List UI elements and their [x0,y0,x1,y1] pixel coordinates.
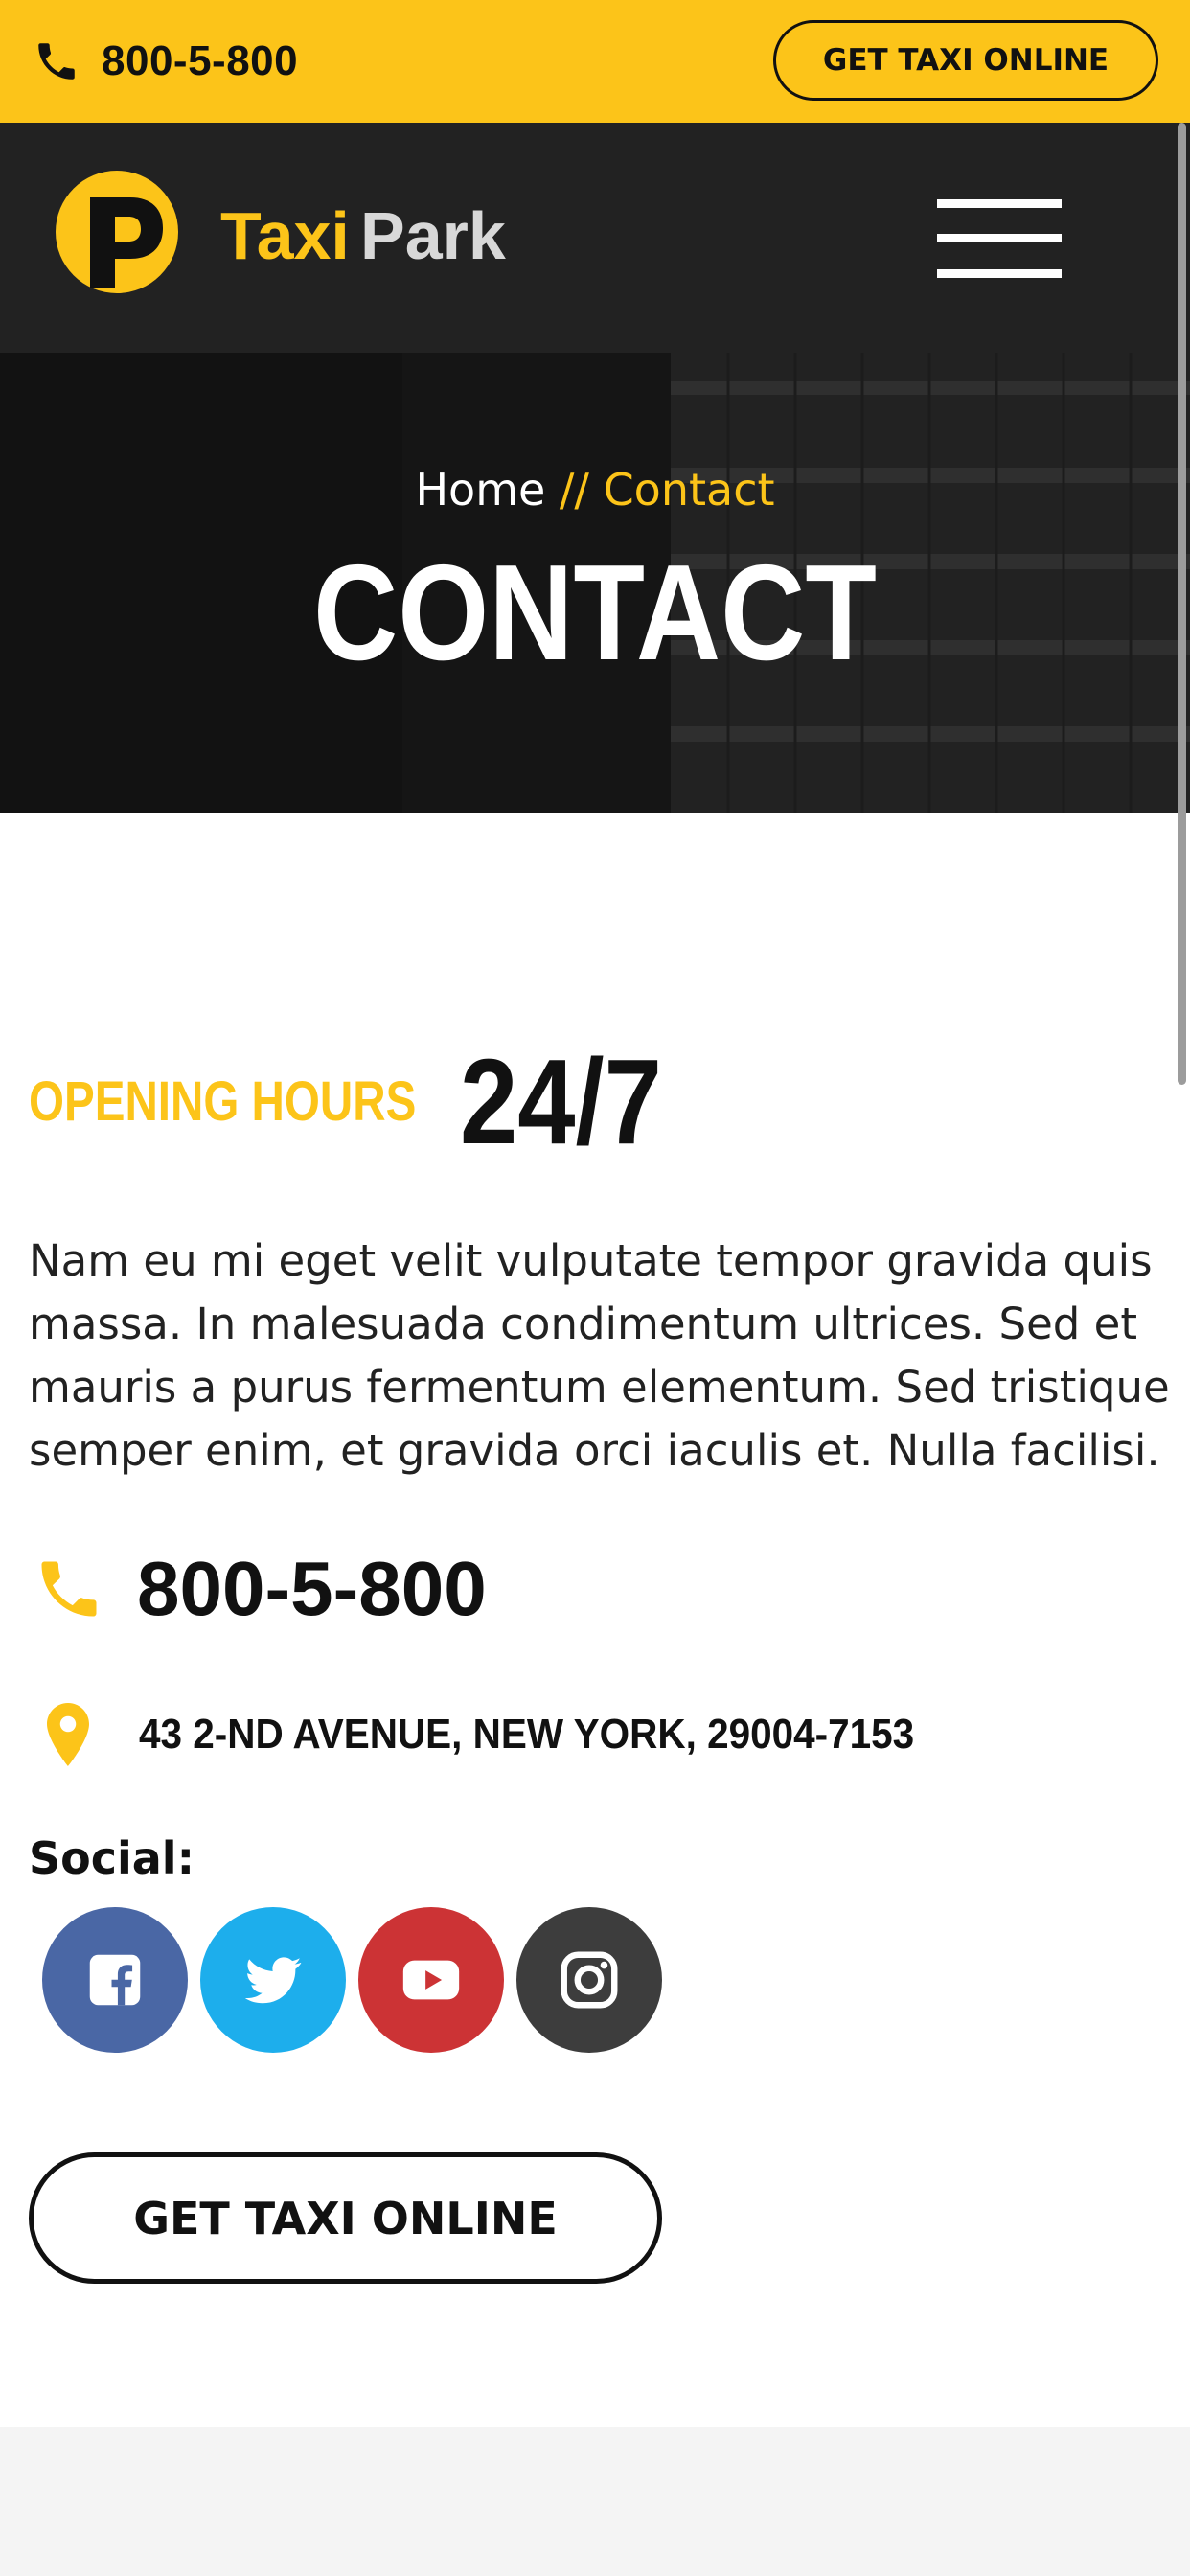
opening-hours-value: 24/7 [460,1034,662,1169]
contact-phone-number: 800-5-800 [137,1546,487,1631]
svg-text:Taxi: Taxi [220,198,350,273]
twitter-button[interactable] [200,1907,346,2053]
contact-address: 43 2-ND AVENUE, NEW YORK, 29004-7153 [36,1696,982,1773]
address-text: 43 2-ND AVENUE, NEW YORK, 29004-7153 [139,1711,915,1758]
social-label: Social: [29,1832,195,1884]
opening-hours-label: OPENING HOURS [29,1070,417,1133]
hamburger-menu-icon[interactable] [937,199,1062,278]
instagram-icon [561,1951,618,2009]
phone-icon [38,43,75,80]
breadcrumb: Home // Contact [0,464,1190,516]
twitter-icon [244,1957,302,2004]
intro-paragraph: Nam eu mi eget velit vulputate tempor gr… [29,1235,1170,1476]
youtube-button[interactable] [358,1907,504,2053]
breadcrumb-separator: // [545,464,604,516]
instagram-button[interactable] [516,1907,662,2053]
facebook-button[interactable] [42,1907,188,2053]
contact-phone-link[interactable]: 800-5-800 [33,1541,487,1637]
top-bar: 800-5-800 GET TAXI ONLINE [0,0,1190,123]
top-get-taxi-button[interactable]: GET TAXI ONLINE [773,20,1158,101]
top-phone-number: 800-5-800 [102,37,299,84]
youtube-icon [402,1960,460,2000]
get-taxi-online-button[interactable]: GET TAXI ONLINE [29,2152,662,2284]
scrollbar-thumb[interactable] [1178,123,1186,1085]
breadcrumb-home-link[interactable]: Home [415,464,545,516]
breadcrumb-current: Contact [603,464,775,516]
svg-text:Park: Park [360,198,506,273]
taxipark-logo[interactable]: Taxi Park [56,171,554,305]
phone-icon [41,1561,97,1617]
facebook-icon [89,1954,141,2006]
location-pin-icon [47,1703,89,1766]
top-phone-link[interactable]: 800-5-800 [33,33,298,90]
footer-section [0,2427,1190,2576]
page-title: CONTACT [313,537,877,689]
